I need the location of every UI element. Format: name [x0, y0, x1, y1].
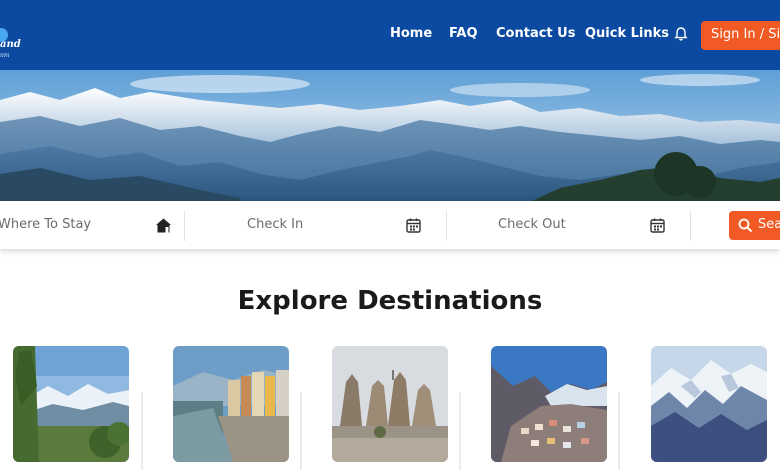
search-divider: [184, 211, 185, 241]
search-button[interactable]: Search: [729, 211, 780, 240]
search-bar: Where To Stay Check In Check Out: [0, 201, 780, 249]
calendar-icon[interactable]: [405, 217, 422, 234]
card-divider: [141, 392, 143, 470]
calendar-icon[interactable]: [649, 217, 666, 234]
check-out-input[interactable]: Check Out: [498, 217, 566, 232]
section-title: Explore Destinations: [237, 286, 543, 316]
bell-icon[interactable]: [673, 26, 689, 42]
logo-subtext: nm: [0, 52, 10, 59]
hero-banner: [0, 70, 780, 202]
card-divider: [459, 392, 461, 470]
card-divider: [300, 392, 302, 470]
search-button-label: Search: [758, 217, 780, 232]
search-icon: [738, 218, 753, 233]
destination-image: [651, 346, 767, 462]
destination-card[interactable]: [651, 346, 767, 462]
nav-contact-us[interactable]: Contact Us: [496, 26, 575, 41]
destination-image: [332, 346, 448, 462]
logo-text: and: [0, 39, 21, 50]
check-in-input[interactable]: Check In: [247, 217, 303, 232]
destination-image: [173, 346, 289, 462]
destination-card[interactable]: [491, 346, 607, 462]
where-to-stay-input[interactable]: Where To Stay: [0, 217, 91, 232]
nav-faq[interactable]: FAQ: [449, 26, 478, 41]
nav-home[interactable]: Home: [390, 26, 432, 41]
site-header: and nm Home FAQ Contact Us Quick Links S…: [0, 0, 780, 70]
search-divider: [446, 211, 447, 241]
destination-image: [13, 346, 129, 462]
site-logo[interactable]: and nm: [0, 22, 40, 62]
destination-card[interactable]: [173, 346, 289, 462]
destination-image: [491, 346, 607, 462]
destination-card[interactable]: [13, 346, 129, 462]
sign-in-button[interactable]: Sign In / Sign Up: [701, 21, 780, 50]
card-divider: [618, 392, 620, 470]
search-divider: [690, 211, 691, 241]
mountain-landscape-image: [0, 70, 780, 202]
nav-quick-links[interactable]: Quick Links: [585, 26, 669, 41]
home-icon: [156, 218, 171, 233]
destination-card[interactable]: [332, 346, 448, 462]
